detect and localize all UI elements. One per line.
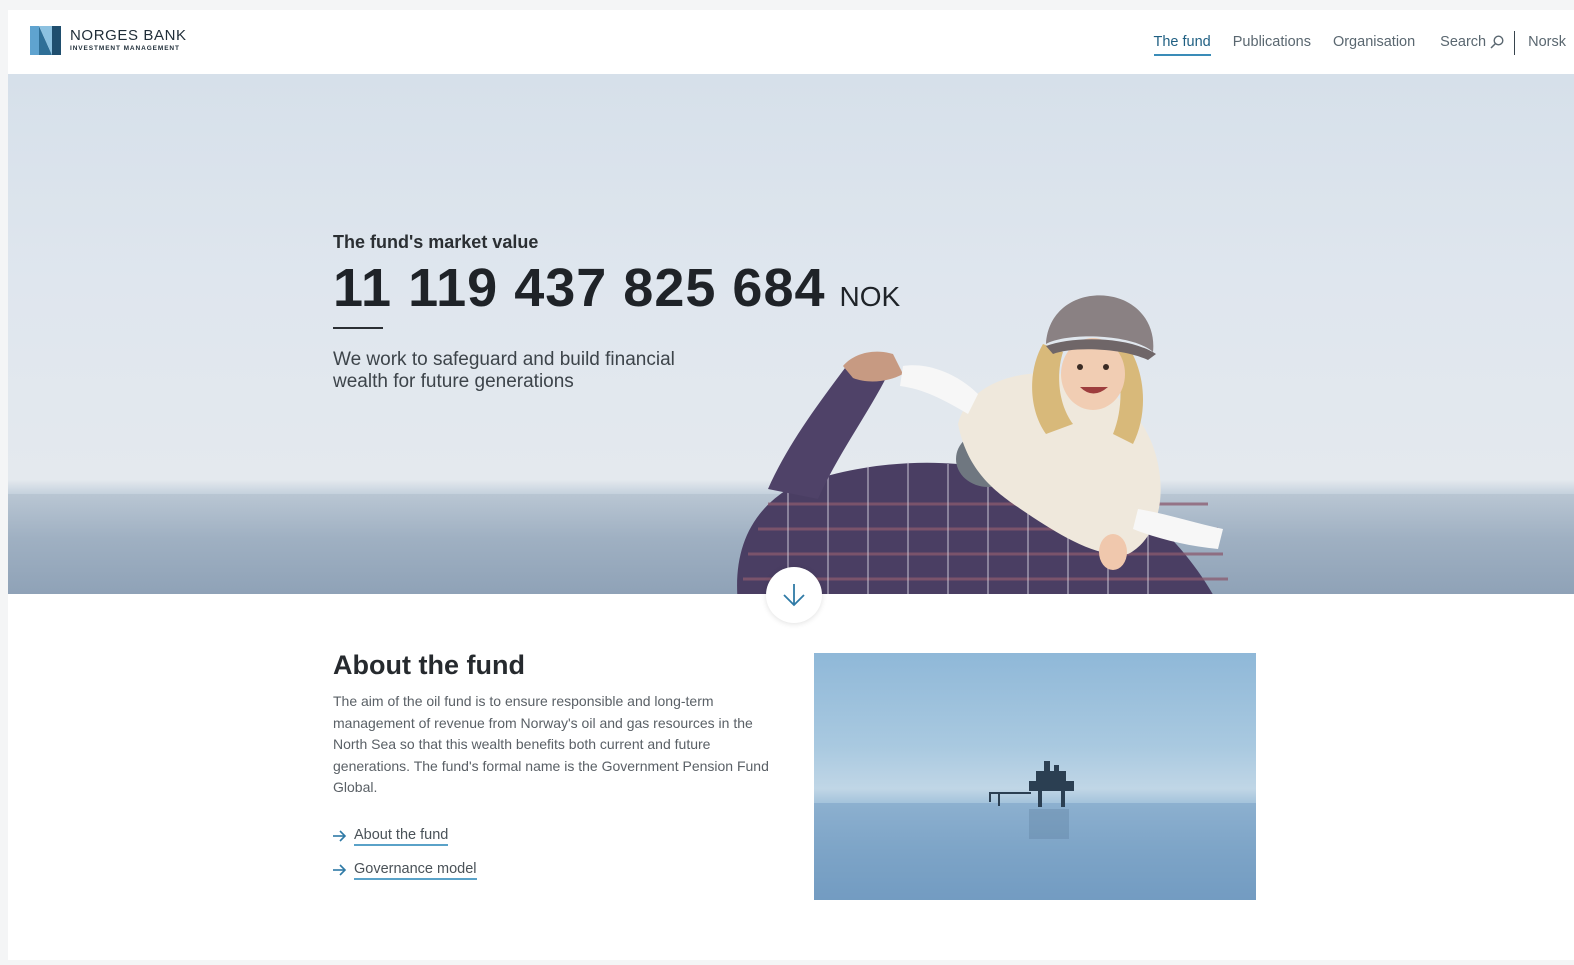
nav-item-organisation[interactable]: Organisation xyxy=(1333,34,1415,56)
hero-banner: The fund's market value 11 119 437 825 6… xyxy=(8,74,1574,594)
norges-bank-logo-icon xyxy=(30,26,61,55)
market-value-row: 11 119 437 825 684 NOK xyxy=(333,257,1033,319)
scroll-down-button[interactable] xyxy=(766,567,822,623)
market-value-label: The fund's market value xyxy=(333,232,539,252)
search-label: Search xyxy=(1440,34,1487,50)
market-value-number: 11 119 437 825 684 xyxy=(333,258,826,318)
main-nav: The fund Publications Organisation Searc… xyxy=(1132,31,1566,59)
about-section: About the fund The aim of the oil fund i… xyxy=(333,650,773,895)
about-body: The aim of the oil fund is to ensure res… xyxy=(333,693,769,795)
arrow-right-icon xyxy=(333,864,347,876)
language-switch[interactable]: Norsk xyxy=(1528,34,1566,56)
title-underline xyxy=(333,327,383,329)
nav-item-the-fund[interactable]: The fund xyxy=(1153,34,1211,56)
logo-text: NORGES BANK INVESTMENT MANAGEMENT xyxy=(70,28,187,53)
link-label: About the fund xyxy=(354,827,449,846)
link-about-the-fund[interactable]: About the fund xyxy=(333,827,773,846)
market-value-block: The fund's market value 11 119 437 825 6… xyxy=(333,232,1033,393)
link-governance-model[interactable]: Governance model xyxy=(333,861,773,880)
oil-platform-photo xyxy=(814,653,1256,900)
page: NORGES BANK INVESTMENT MANAGEMENT The fu… xyxy=(8,10,1574,960)
about-links: About the fund Governance model xyxy=(333,827,773,880)
logo-subtitle: INVESTMENT MANAGEMENT xyxy=(70,45,180,53)
site-header: NORGES BANK INVESTMENT MANAGEMENT The fu… xyxy=(8,10,1574,74)
about-title: About the fund xyxy=(333,650,525,680)
search-icon xyxy=(1490,35,1504,49)
search-button[interactable]: Search xyxy=(1440,34,1504,56)
market-value-currency: NOK xyxy=(839,281,901,312)
logo-name: NORGES BANK xyxy=(70,27,187,45)
arrow-down-icon xyxy=(783,584,805,607)
logo[interactable]: NORGES BANK INVESTMENT MANAGEMENT xyxy=(30,26,187,55)
link-label: Governance model xyxy=(354,861,477,880)
hero-tagline: We work to safeguard and build financial… xyxy=(333,349,675,392)
oil-platform-illustration xyxy=(814,761,1256,900)
nav-item-publications[interactable]: Publications xyxy=(1233,34,1311,56)
arrow-right-icon xyxy=(333,830,347,842)
nav-divider xyxy=(1514,31,1516,55)
